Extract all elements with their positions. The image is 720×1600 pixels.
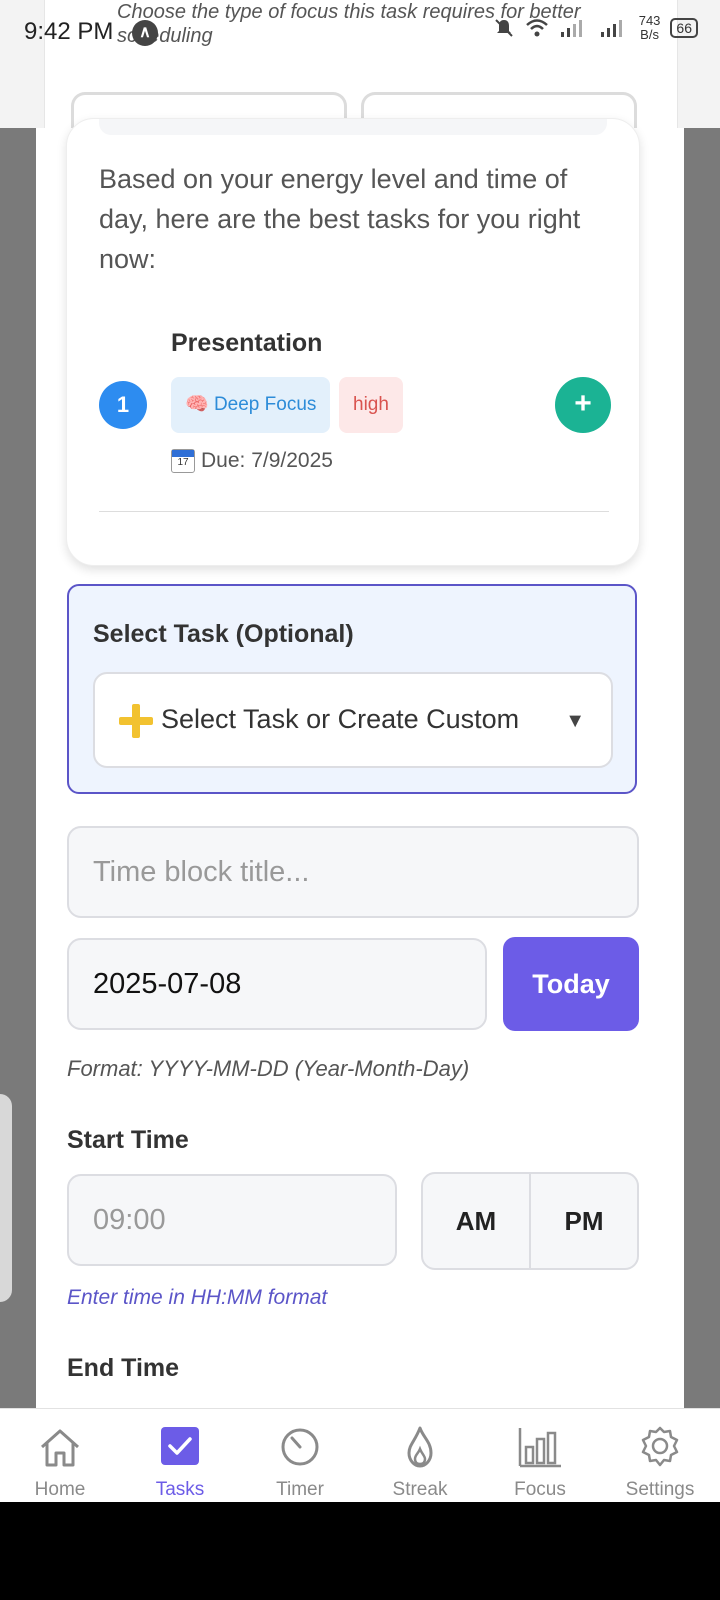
status-bar: 9:42 PM ∧ 743 B/s 66 (0, 0, 720, 62)
signal-icon (560, 20, 582, 37)
recommendations-card: Based on your energy level and time of d… (66, 118, 640, 566)
time-format-hint: Enter time in HH:MM format (67, 1286, 328, 1309)
calendar-icon: 17 (171, 449, 195, 473)
bottom-black-area (0, 1502, 720, 1600)
start-time-placeholder: 09:00 (93, 1204, 166, 1236)
nav-item-streak[interactable]: Streak (360, 1409, 480, 1502)
divider (99, 511, 609, 512)
end-time-label: End Time (67, 1354, 180, 1382)
gear-icon (641, 1426, 679, 1467)
flame-icon (407, 1426, 433, 1468)
nav-label: Focus (514, 1479, 566, 1500)
card-strip (99, 119, 607, 135)
due-date-text: Due: 7/9/2025 (201, 449, 333, 472)
network-speed-value: 743 (638, 13, 661, 28)
nav-item-home[interactable]: Home (0, 1409, 120, 1502)
task-select-dropdown[interactable]: Select Task or Create Custom ▼ (93, 672, 613, 768)
start-time-input[interactable]: 09:00 (67, 1174, 397, 1266)
task-select-value: Select Task or Create Custom (161, 704, 520, 734)
bar-chart-icon (518, 1428, 561, 1468)
network-speed: 743 B/s (639, 14, 661, 42)
network-speed-unit: B/s (640, 27, 659, 42)
pm-button[interactable]: PM (531, 1174, 637, 1268)
due-date: 17 Due: 7/9/2025 (171, 449, 333, 473)
priority-chip: high (339, 377, 403, 433)
add-task-button[interactable]: + (555, 377, 611, 433)
focus-type-chip: 🧠 Deep Focus (171, 377, 331, 433)
plus-icon (119, 704, 153, 738)
brain-icon: 🧠 (185, 394, 209, 415)
signal-icon-2 (600, 20, 622, 37)
task-title: Presentation (171, 329, 323, 357)
main-panel: Based on your energy level and time of d… (36, 118, 684, 1408)
nav-item-focus[interactable]: Focus (480, 1409, 600, 1502)
rank-badge: 1 (99, 381, 147, 429)
time-block-title-input[interactable]: Time block title... (67, 826, 639, 918)
task-select-label: Select Task (Optional) (93, 620, 354, 648)
date-value: 2025-07-08 (93, 968, 242, 1000)
focus-type-label: Deep Focus (213, 394, 317, 415)
nav-label: Streak (392, 1479, 448, 1500)
nav-item-timer[interactable]: Timer (240, 1409, 360, 1502)
start-time-label: Start Time (67, 1126, 189, 1154)
home-icon (41, 1429, 79, 1467)
app-notification-icon: ∧ (132, 20, 158, 46)
nav-label: Tasks (155, 1479, 205, 1500)
am-pm-toggle: AM PM (421, 1172, 639, 1270)
chevron-down-icon: ▼ (565, 710, 585, 732)
am-button[interactable]: AM (423, 1174, 531, 1268)
edge-panel-handle[interactable] (0, 1094, 12, 1302)
app-screen: Choose the type of focus this task requi… (0, 0, 720, 1502)
status-time: 9:42 PM (24, 18, 114, 45)
today-button[interactable]: Today (503, 937, 639, 1031)
nav-item-settings[interactable]: Settings (600, 1409, 720, 1502)
task-select-section: Select Task (Optional) Select Task or Cr… (67, 584, 637, 794)
bottom-navigation: Home Tasks Timer Streak Focus Settings (0, 1408, 720, 1502)
date-format-hint: Format: YYYY-MM-DD (Year-Month-Day) (67, 1056, 470, 1081)
recommendations-intro: Based on your energy level and time of d… (99, 164, 581, 274)
timer-icon (281, 1428, 319, 1466)
nav-item-tasks[interactable]: Tasks (120, 1409, 240, 1502)
bell-muted-icon (495, 19, 513, 37)
nav-label: Home (34, 1479, 86, 1500)
wifi-icon (525, 19, 548, 37)
title-placeholder: Time block title... (93, 856, 310, 888)
date-input[interactable]: 2025-07-08 (67, 938, 487, 1030)
battery-indicator: 66 (670, 18, 698, 38)
nav-label: Timer (276, 1479, 324, 1500)
nav-label: Settings (625, 1479, 695, 1500)
checkbox-icon (161, 1427, 199, 1465)
